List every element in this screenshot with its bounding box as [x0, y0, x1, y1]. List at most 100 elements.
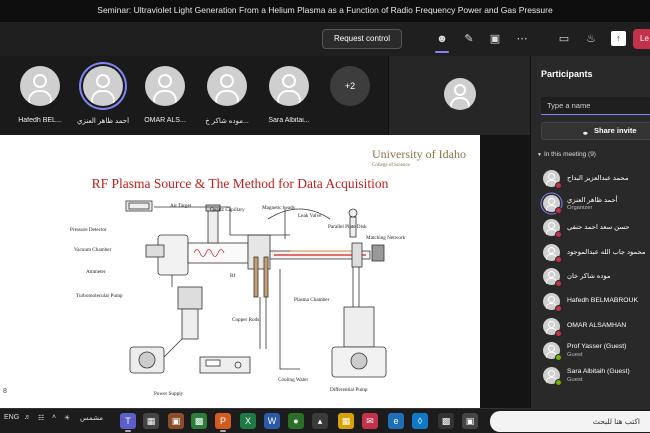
slide-page-number: 8: [3, 388, 7, 395]
participants-title: Participants: [541, 69, 593, 79]
weather-text[interactable]: مشمس: [80, 414, 103, 422]
meeting-toolbar: Request control ☻ ✎ ▣ ⋯ ▭ ♨ ↑ Le: [0, 22, 650, 56]
leave-button[interactable]: Le: [633, 29, 650, 49]
more-options-icon[interactable]: ⋯: [514, 31, 530, 47]
participant-role: Guest: [567, 352, 583, 359]
windows-taskbar: ENG ♬ ☷ ˄ ☀ مشمس T ▦ ▣ ▩ P X W ● ▴ ▦ ✉ e…: [0, 408, 650, 433]
app-icon[interactable]: ▣: [462, 413, 478, 429]
participant-role: Guest: [567, 376, 583, 383]
participant-row[interactable]: أحمد ظاهر العنزي Organizer: [531, 191, 650, 216]
request-control-button[interactable]: Request control: [322, 29, 402, 49]
edge-app-icon[interactable]: ◊: [412, 413, 428, 429]
participant-row[interactable]: محمود جاب الله عبدالموجود: [531, 240, 650, 265]
avatar: [444, 78, 476, 110]
avatar: [543, 194, 562, 214]
participant-row[interactable]: OMAR ALSAMHAN: [531, 314, 650, 339]
avatar: [83, 66, 123, 106]
store-app-icon[interactable]: ▴: [312, 413, 328, 429]
avatar: [543, 366, 562, 386]
avatar: [543, 170, 562, 189]
avatar: [543, 243, 562, 263]
share-invite-button[interactable]: ⚭ Share invite: [541, 122, 650, 140]
calendar-app-icon[interactable]: ▦: [143, 413, 159, 429]
self-video-tile[interactable]: [388, 56, 530, 135]
people-icon[interactable]: ☻: [434, 31, 450, 53]
word-app-icon[interactable]: W: [264, 413, 280, 429]
mic-off-icon[interactable]: ♨: [583, 31, 599, 47]
mail-app-icon[interactable]: ✉: [362, 413, 378, 429]
label-rf: Rf: [230, 272, 235, 279]
participant-name: أحمد ظاهر العنزي: [567, 196, 618, 204]
tile-name: أحمد ظاهر العنزي: [76, 118, 130, 125]
video-strip: Hafedh BEL... أحمد ظاهر العنزي OMAR ALS.…: [0, 56, 530, 135]
avatar: [145, 66, 185, 106]
label-ammeter: Ammeter: [86, 269, 106, 275]
participant-role: Organizer: [567, 204, 593, 211]
participant-search-input[interactable]: [541, 97, 650, 115]
participant-tile[interactable]: Sara Albitai...: [259, 64, 319, 130]
chat-icon[interactable]: ✎: [461, 31, 477, 47]
label-turbomolecular-pump: Turbomolecular Pump: [76, 293, 123, 299]
more-participants-tile[interactable]: +2: [320, 64, 380, 130]
participant-tile[interactable]: OMAR ALS...: [135, 64, 195, 130]
participant-row[interactable]: Sara Albitaih (Guest) Guest: [531, 363, 650, 388]
participant-tile[interactable]: موده شاكر خ...: [197, 64, 257, 130]
photos-app-icon[interactable]: ▩: [191, 413, 207, 429]
avatar: [543, 292, 562, 312]
stage-gutter: [480, 135, 530, 408]
participant-name: محمود جاب الله عبدالموجود: [567, 248, 646, 256]
meeting-stage: Hafedh BEL... أحمد ظاهر العنزي OMAR ALS.…: [0, 56, 530, 408]
ie-app-icon[interactable]: e: [388, 413, 404, 429]
title-bar: Seminar: Ultraviolet Light Generation Fr…: [0, 0, 650, 22]
label-pressure-detector: Pressure Detector: [70, 227, 107, 233]
language-indicator[interactable]: ENG: [4, 414, 19, 421]
participant-row[interactable]: محمد عبدالعزيز البداح: [531, 166, 650, 191]
participant-list: محمد عبدالعزيز البداح أحمد ظاهر العنزي O…: [531, 166, 650, 387]
tile-name: موده شاكر خ...: [205, 118, 249, 125]
rooms-icon[interactable]: ▣: [487, 31, 503, 47]
camera-off-icon[interactable]: ▭: [556, 31, 572, 47]
participant-row[interactable]: حسن سعد احمد حنفي: [531, 215, 650, 240]
teams-app-icon[interactable]: T: [120, 413, 136, 432]
participant-name: حسن سعد احمد حنفي: [567, 224, 630, 232]
apparatus-diagram: Air Target Quartz Capillary Magnetic hea…: [70, 200, 406, 397]
in-meeting-section-header[interactable]: ▼ In this meeting (9): [537, 151, 596, 158]
weather-icon[interactable]: ☀: [64, 414, 70, 422]
task-view-icon[interactable]: ▩: [438, 413, 454, 429]
label-copper-rods: Copper Rods: [232, 317, 259, 323]
label-cooling-water: Cooling Water: [278, 377, 308, 383]
avatar: [269, 66, 309, 106]
taskbar-search-box[interactable]: اكتب هنا للبحث: [490, 411, 650, 432]
avatar: [207, 66, 247, 106]
participant-row[interactable]: Prof Yasser (Guest) Guest: [531, 338, 650, 363]
powerpoint-app-icon[interactable]: P: [215, 413, 231, 432]
participant-tile[interactable]: أحمد ظاهر العنزي: [73, 64, 133, 130]
network-icon[interactable]: ☷: [38, 414, 44, 422]
excel-app-icon[interactable]: X: [240, 413, 256, 429]
avatar: [543, 317, 562, 337]
label-vacuum-chamber: Vacuum Chamber: [74, 247, 112, 253]
tile-name: Sara Albitai...: [268, 117, 310, 124]
participant-tile[interactable]: Hafedh BEL...: [10, 64, 70, 130]
volume-icon[interactable]: ♬: [24, 414, 31, 421]
participant-row[interactable]: Hafedh BELMABROUK: [531, 289, 650, 314]
label-matching-network: Matching Network: [366, 235, 406, 241]
label-parallel-plate-disk: Parallel Plate Disk: [328, 224, 367, 230]
participant-name: Hafedh BELMABROUK: [567, 296, 639, 304]
avatar: [543, 342, 562, 362]
tile-name: Hafedh BEL...: [18, 117, 62, 124]
chevron-down-icon: ▼: [537, 152, 542, 158]
chrome-app-icon[interactable]: ●: [288, 413, 304, 429]
file-explorer-icon[interactable]: ▦: [338, 413, 354, 429]
label-plasma-chamber: Plasma Chamber: [294, 297, 330, 303]
avatar: [543, 268, 562, 288]
label-power-supply: Power Supply: [154, 391, 184, 397]
label-air-target: Air Target: [170, 203, 192, 209]
label-leak-valve: Leak Valve: [298, 213, 322, 219]
participant-row[interactable]: موده شاكر خان: [531, 264, 650, 289]
avatar: [20, 66, 60, 106]
tile-name: OMAR ALS...: [144, 117, 186, 124]
share-content-icon[interactable]: ↑: [611, 31, 626, 46]
app-icon[interactable]: ▣: [168, 413, 184, 429]
chevron-up-icon[interactable]: ˄: [52, 414, 56, 421]
